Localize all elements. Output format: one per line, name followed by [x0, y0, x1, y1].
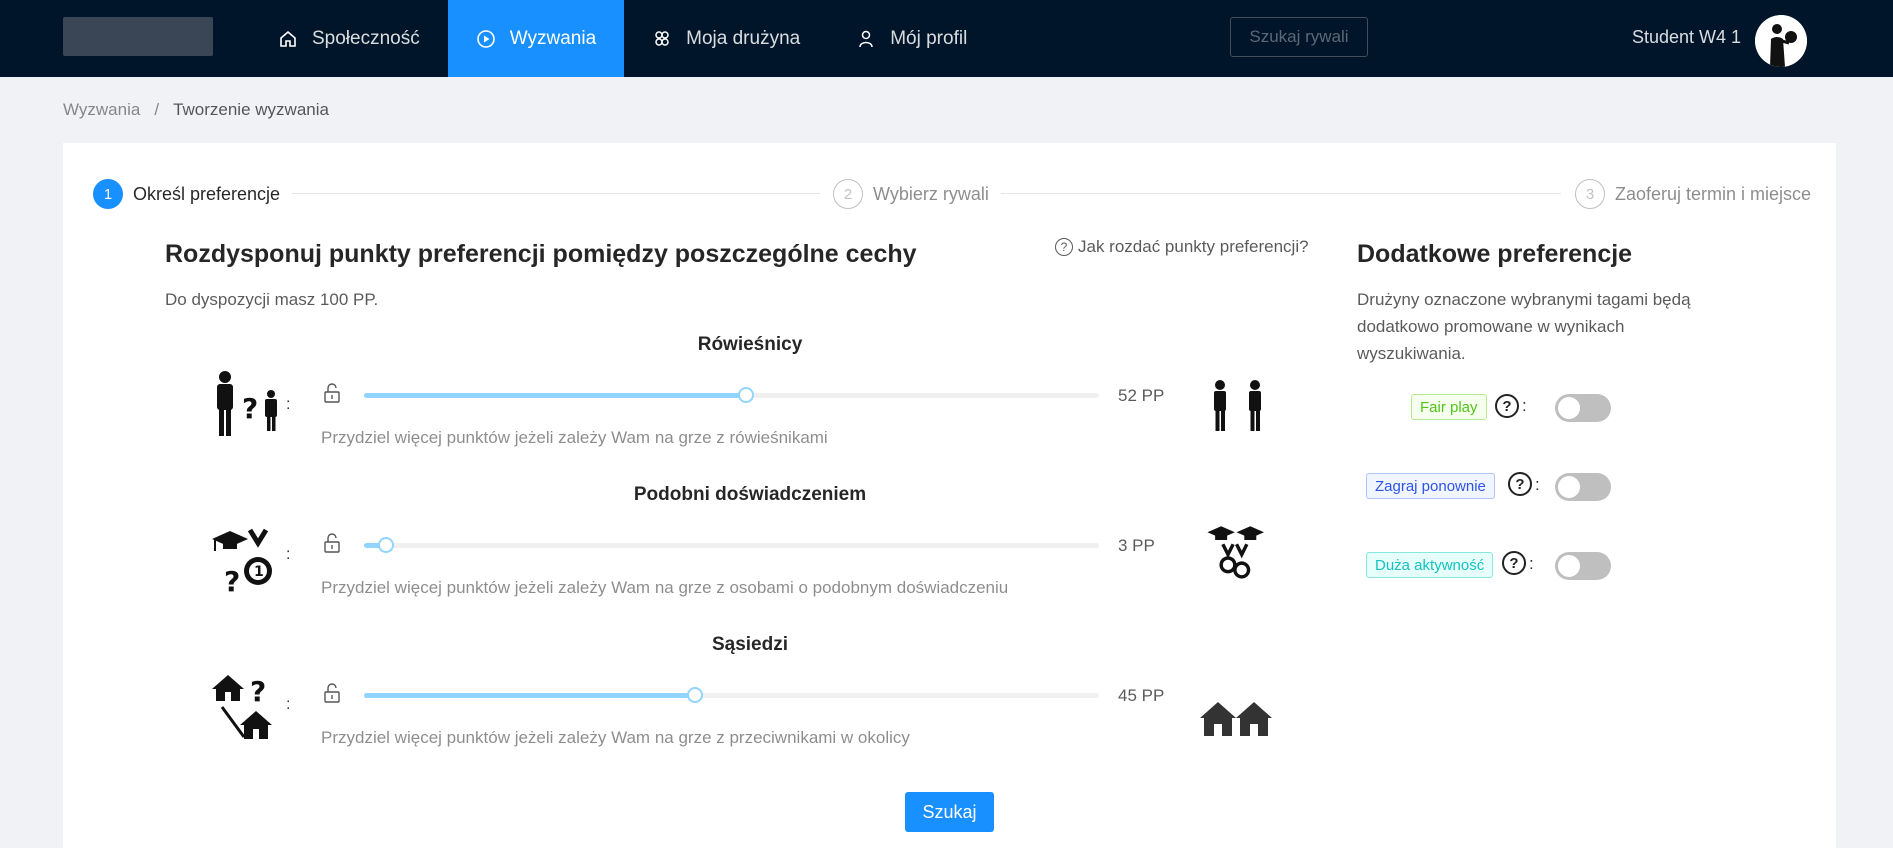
help-link[interactable]: ? Jak rozdać punkty preferencji?	[1055, 237, 1309, 257]
nav-label: Wyzwania	[509, 27, 597, 49]
pref-description: Przydziel więcej punktów jeżeli zależy W…	[321, 428, 828, 447]
pref-title: Sąsiedzi	[711, 634, 789, 655]
step-number: 2	[833, 179, 863, 209]
help-link-label: Jak rozdać punkty preferencji?	[1078, 237, 1309, 256]
search-button[interactable]: Szukaj	[905, 792, 994, 832]
avatar[interactable]	[1755, 15, 1807, 67]
slider-track	[364, 393, 746, 398]
section-title: Rozdysponuj punkty preferencji pomiędzy …	[165, 240, 917, 268]
colon: :	[1535, 475, 1540, 494]
pref-description: Przydziel więcej punktów jeżeli zależy W…	[321, 578, 1009, 597]
step-number: 1	[93, 179, 123, 209]
user-icon	[856, 29, 876, 49]
nav-label: Społeczność	[312, 27, 420, 49]
slider-track	[364, 693, 695, 698]
pref-title: Rówieśnicy	[697, 334, 803, 355]
nav-label: Mój profil	[890, 27, 968, 49]
play-circle-icon	[476, 29, 496, 49]
neighbors-icon	[1200, 702, 1272, 736]
colon: :	[286, 396, 291, 413]
team-icon	[652, 29, 672, 49]
step-number: 3	[1575, 179, 1605, 209]
pref-title: Podobni doświadczeniem	[633, 484, 867, 505]
tag-high-activity: Duża aktywność	[1366, 552, 1494, 578]
step-3: 3 Zaoferuj termin i miejsce	[1575, 177, 1811, 211]
question-circle-icon[interactable]: ?	[1502, 551, 1526, 575]
slider-handle[interactable]	[738, 387, 754, 403]
peers-icon	[1214, 380, 1261, 431]
svg-text:?: ?	[250, 675, 266, 708]
unlock-icon[interactable]	[322, 682, 342, 704]
points-value: 45 PP	[1118, 686, 1165, 705]
home-icon	[278, 29, 298, 49]
step-title: Zaoferuj termin i miejsce	[1615, 183, 1812, 204]
svg-text:?: ?	[242, 392, 258, 425]
nav-item-my-team[interactable]: Moja drużyna	[624, 0, 828, 77]
additional-title: Dodatkowe preferencje	[1357, 240, 1633, 268]
colon: :	[1522, 396, 1527, 415]
pref-description: Przydziel więcej punktów jeżeli zależy W…	[321, 728, 910, 747]
step-connector	[292, 193, 820, 194]
question-circle-icon[interactable]: ?	[1508, 472, 1532, 496]
experienced-icon	[1207, 526, 1264, 579]
breadcrumb-challenges[interactable]: Wyzwania	[63, 100, 140, 119]
main-nav: Społeczność Wyzwania Moja drużyna Mój pr…	[250, 0, 995, 77]
svg-text:?: ?	[224, 565, 240, 595]
neighbors-question-icon: ?	[212, 675, 272, 739]
unlock-icon[interactable]	[322, 382, 342, 404]
nav-item-community[interactable]: Społeczność	[250, 0, 448, 77]
age-question-icon: ?	[217, 371, 277, 436]
slider-handle[interactable]	[687, 687, 703, 703]
nav-label: Moja drużyna	[686, 27, 801, 49]
colon: :	[1529, 554, 1534, 573]
breadcrumb-separator: /	[154, 100, 160, 119]
breadcrumb-current: Tworzenie wyzwania	[173, 100, 329, 119]
nav-item-challenges[interactable]: Wyzwania	[447, 0, 625, 77]
nav-item-my-profile[interactable]: Mój profil	[828, 0, 995, 77]
points-value: 3 PP	[1118, 536, 1155, 555]
step-1: 1 Określ preferencje	[93, 177, 280, 211]
question-circle-icon[interactable]: ?	[1495, 394, 1519, 418]
svg-text:1: 1	[254, 564, 264, 580]
question-circle-icon: ?	[1055, 238, 1073, 256]
slider-handle[interactable]	[378, 537, 394, 553]
user-name[interactable]: Student W4 1	[1632, 27, 1741, 48]
slider-rail[interactable]	[364, 543, 1099, 548]
additional-description: Drużyny oznaczone wybranymi tagami będą …	[1357, 290, 1691, 363]
search-rivals-button[interactable]: Szukaj rywali	[1230, 17, 1368, 57]
app-logo[interactable]	[63, 17, 213, 56]
step-title: Określ preferencje	[133, 183, 281, 204]
toggle-fair-play[interactable]	[1555, 394, 1611, 422]
available-points: Do dyspozycji masz 100 PP.	[165, 290, 379, 309]
unlock-icon[interactable]	[322, 532, 342, 554]
colon: :	[286, 696, 291, 713]
toggle-play-again[interactable]	[1555, 473, 1611, 501]
top-navbar: Społeczność Wyzwania Moja drużyna Mój pr…	[0, 0, 1893, 77]
tag-play-again: Zagraj ponownie	[1366, 473, 1495, 499]
colon: :	[286, 546, 291, 563]
experience-question-icon: 1 ?	[212, 528, 272, 595]
points-value: 52 PP	[1118, 386, 1165, 405]
tag-fair-play: Fair play	[1411, 394, 1487, 420]
step-2: 2 Wybierz rywali	[833, 177, 989, 211]
step-title: Wybierz rywali	[873, 183, 989, 204]
breadcrumb: Wyzwania / Tworzenie wyzwania	[63, 100, 329, 120]
toggle-high-activity[interactable]	[1555, 552, 1611, 580]
step-connector	[1001, 193, 1561, 194]
